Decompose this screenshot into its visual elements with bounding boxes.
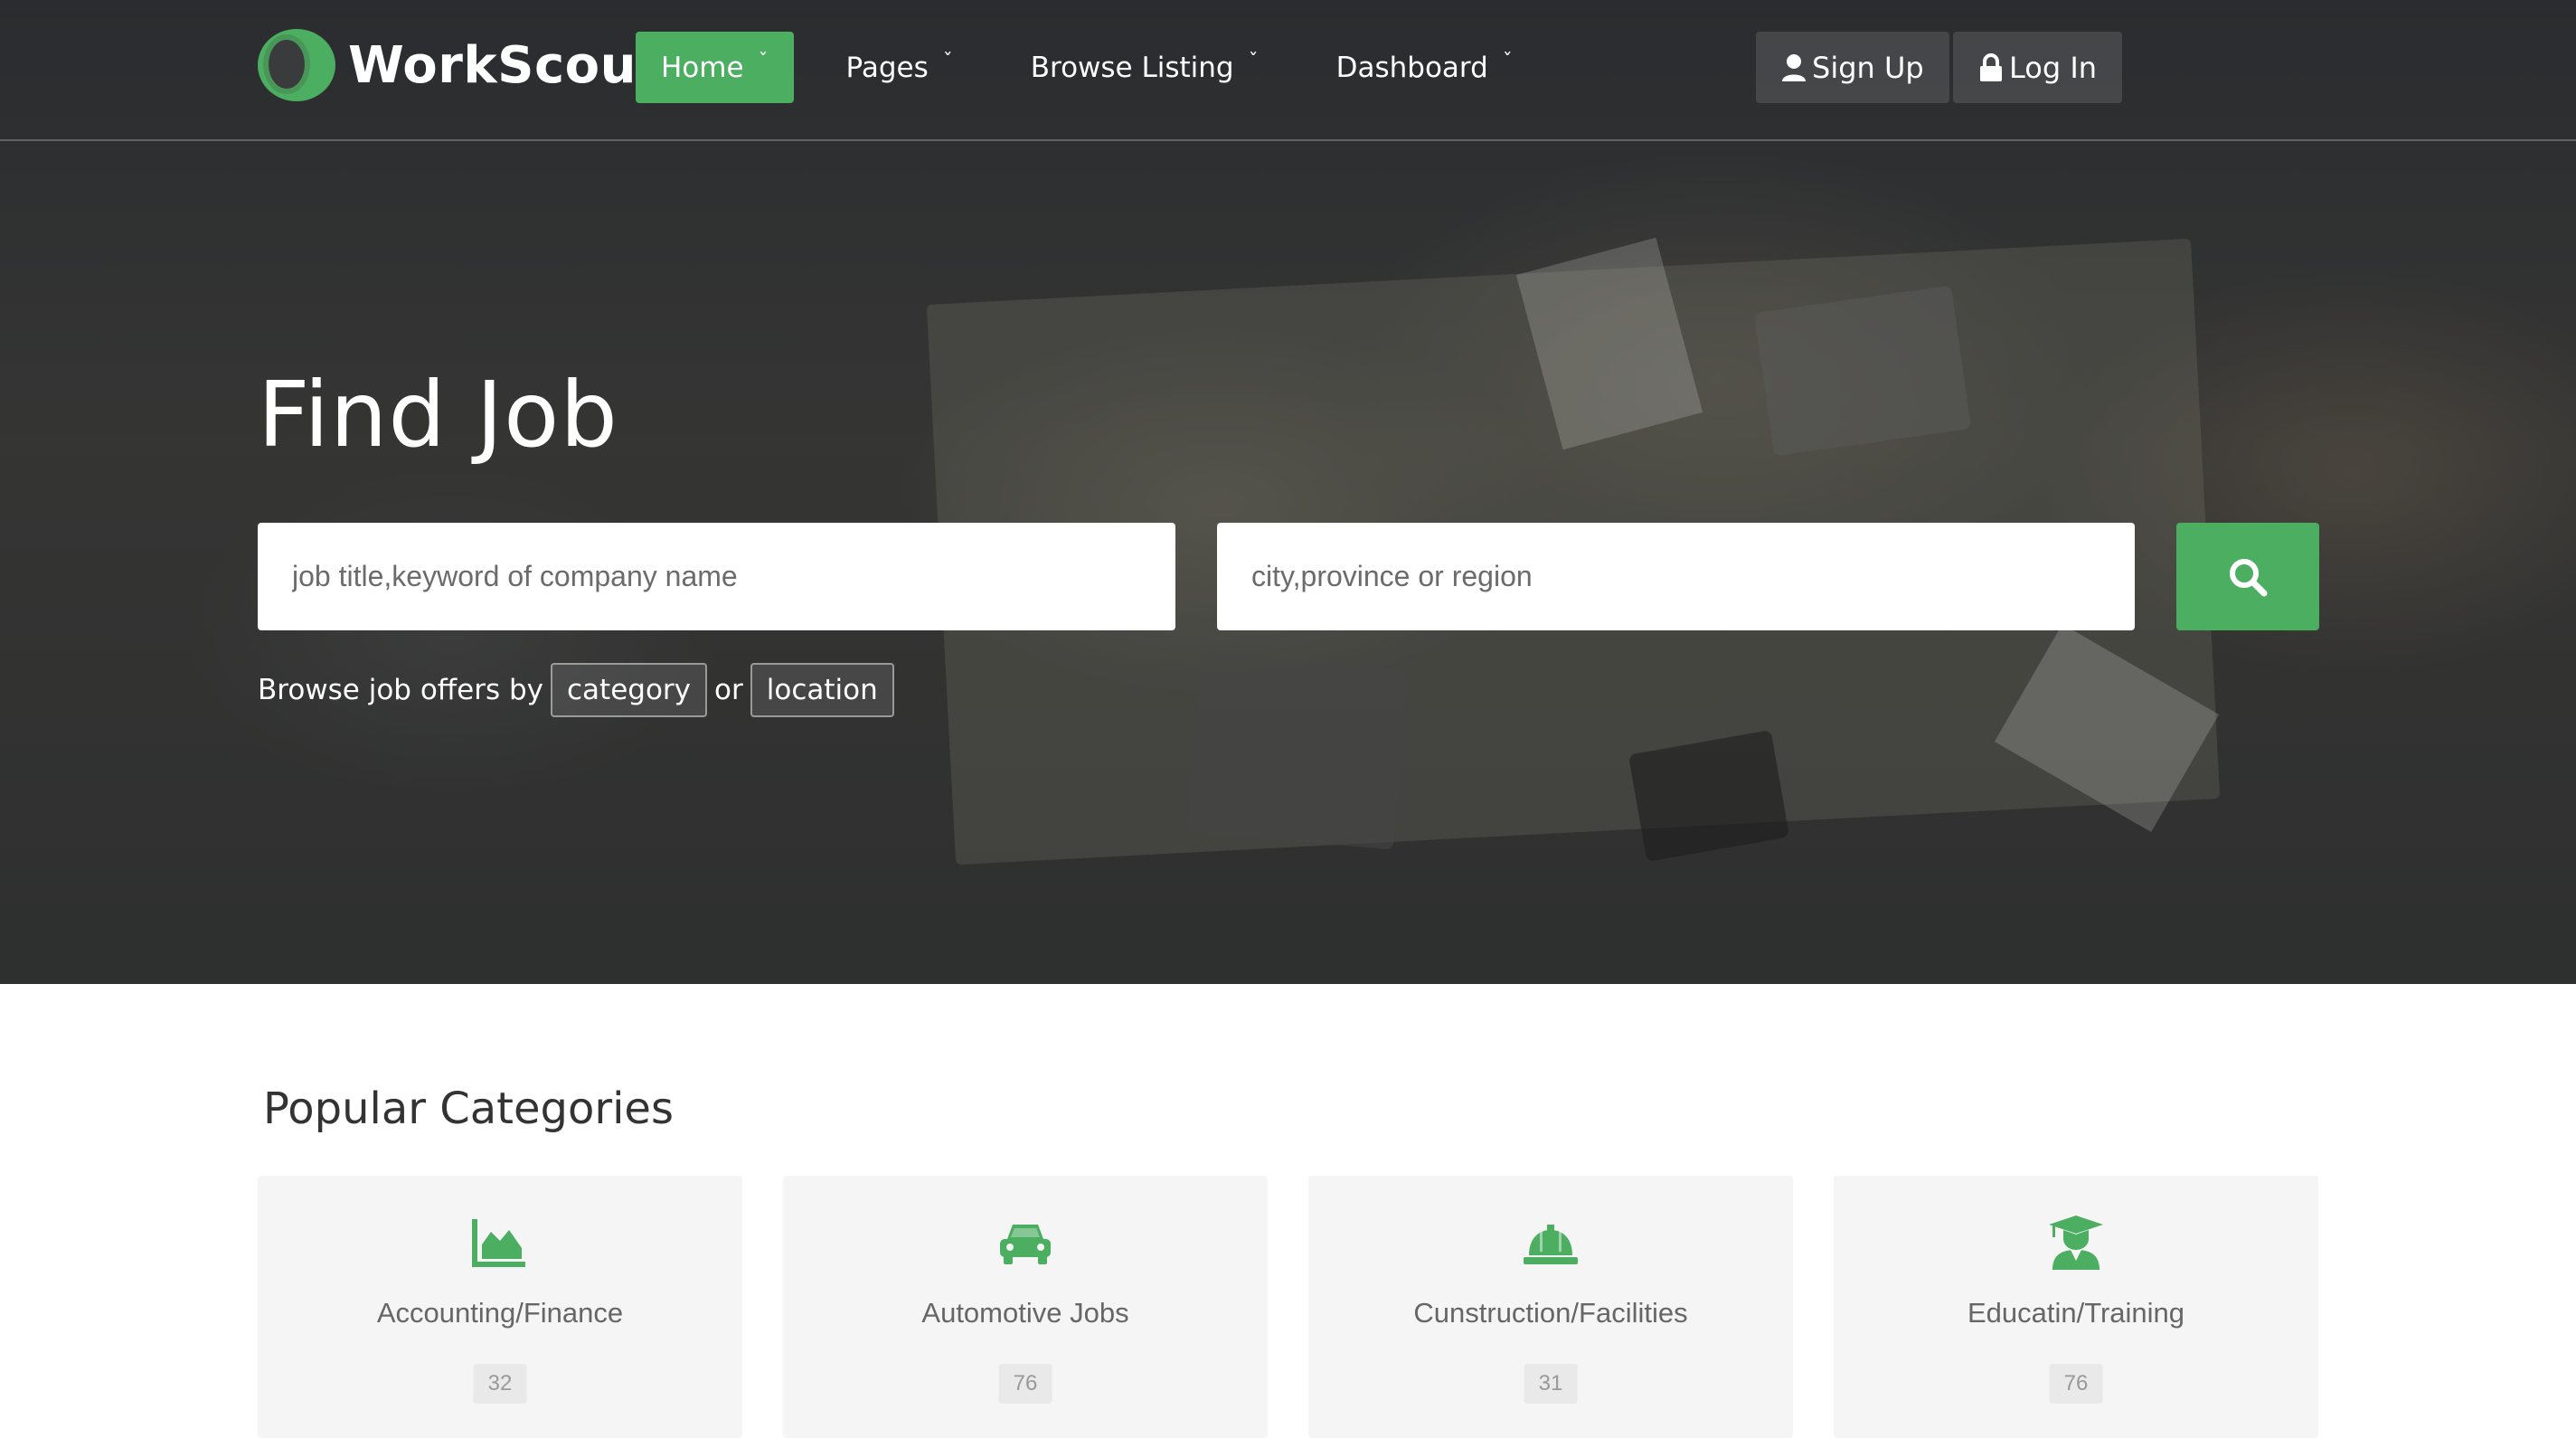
browse-location-link[interactable]: location xyxy=(750,663,894,717)
page-title: Find Job xyxy=(258,362,618,468)
log-in-button[interactable]: Log In xyxy=(1953,32,2123,103)
chevron-down-icon: ˇ xyxy=(1248,51,1259,73)
nav-item-dashboard[interactable]: Dashboard ˇ xyxy=(1311,32,1538,103)
nav-item-home[interactable]: Home ˇ xyxy=(636,32,794,103)
category-card-construction[interactable]: Cunstruction/Facilities 31 xyxy=(1308,1176,1793,1438)
browse-category-link[interactable]: category xyxy=(551,663,708,717)
search-icon xyxy=(2230,558,2268,596)
category-count: 76 xyxy=(2049,1364,2103,1404)
browse-prefix: Browse job offers by xyxy=(258,674,544,706)
background-laptop xyxy=(1753,285,1972,457)
nav-item-label: Pages xyxy=(845,51,929,84)
log-in-label: Log In xyxy=(2009,50,2098,85)
hero-banner xyxy=(0,0,2576,984)
category-name: Accounting/Finance xyxy=(376,1297,624,1329)
category-count: 32 xyxy=(473,1364,527,1404)
top-navigation: WorkScout Home ˇ Pages ˇ Browse Listing … xyxy=(0,0,2576,139)
category-name: Cunstruction/Facilities xyxy=(1413,1297,1688,1329)
popular-categories-title: Popular Categories xyxy=(263,1083,674,1134)
sign-up-button[interactable]: Sign Up xyxy=(1756,32,1949,103)
sign-up-label: Sign Up xyxy=(1812,50,1924,85)
browse-by: Browse job offers by category or locatio… xyxy=(258,663,901,717)
nav-item-browse-listing[interactable]: Browse Listing ˇ xyxy=(1005,32,1284,103)
chevron-down-icon: ˇ xyxy=(758,51,769,73)
browse-or: or xyxy=(714,674,743,706)
hard-hat-icon xyxy=(1524,1225,1578,1264)
area-chart-icon xyxy=(472,1219,525,1267)
category-name: Educatin/Training xyxy=(1967,1297,2185,1329)
nav-item-label: Dashboard xyxy=(1335,51,1488,84)
category-card-accounting[interactable]: Accounting/Finance 32 xyxy=(258,1176,742,1438)
main-menu: Home ˇ Pages ˇ Browse Listing ˇ Dashboar… xyxy=(636,32,1565,103)
logo[interactable]: WorkScout xyxy=(258,29,661,101)
category-name: Automotive Jobs xyxy=(921,1297,1129,1329)
logo-text: WorkScout xyxy=(348,35,662,95)
user-icon xyxy=(1782,53,1806,81)
category-count: 76 xyxy=(998,1364,1052,1404)
background-laptop xyxy=(1185,651,1410,850)
search-button[interactable] xyxy=(2176,523,2319,630)
category-count: 31 xyxy=(1524,1364,1578,1404)
keyword-search-input[interactable] xyxy=(258,523,1175,630)
nav-item-label: Browse Listing xyxy=(1030,51,1234,84)
nav-item-label: Home xyxy=(661,51,744,84)
logo-icon xyxy=(258,29,335,101)
chevron-down-icon: ˇ xyxy=(1502,51,1513,73)
lock-icon xyxy=(1980,52,2002,81)
car-icon xyxy=(1000,1225,1051,1264)
category-card-education[interactable]: Educatin/Training 76 xyxy=(1834,1176,2318,1438)
category-card-automotive[interactable]: Automotive Jobs 76 xyxy=(783,1176,1268,1438)
nav-item-pages[interactable]: Pages ˇ xyxy=(821,32,978,103)
location-search-input[interactable] xyxy=(1217,523,2135,630)
header-divider xyxy=(0,139,2576,141)
chevron-down-icon: ˇ xyxy=(942,51,953,73)
graduate-icon xyxy=(2049,1216,2103,1270)
